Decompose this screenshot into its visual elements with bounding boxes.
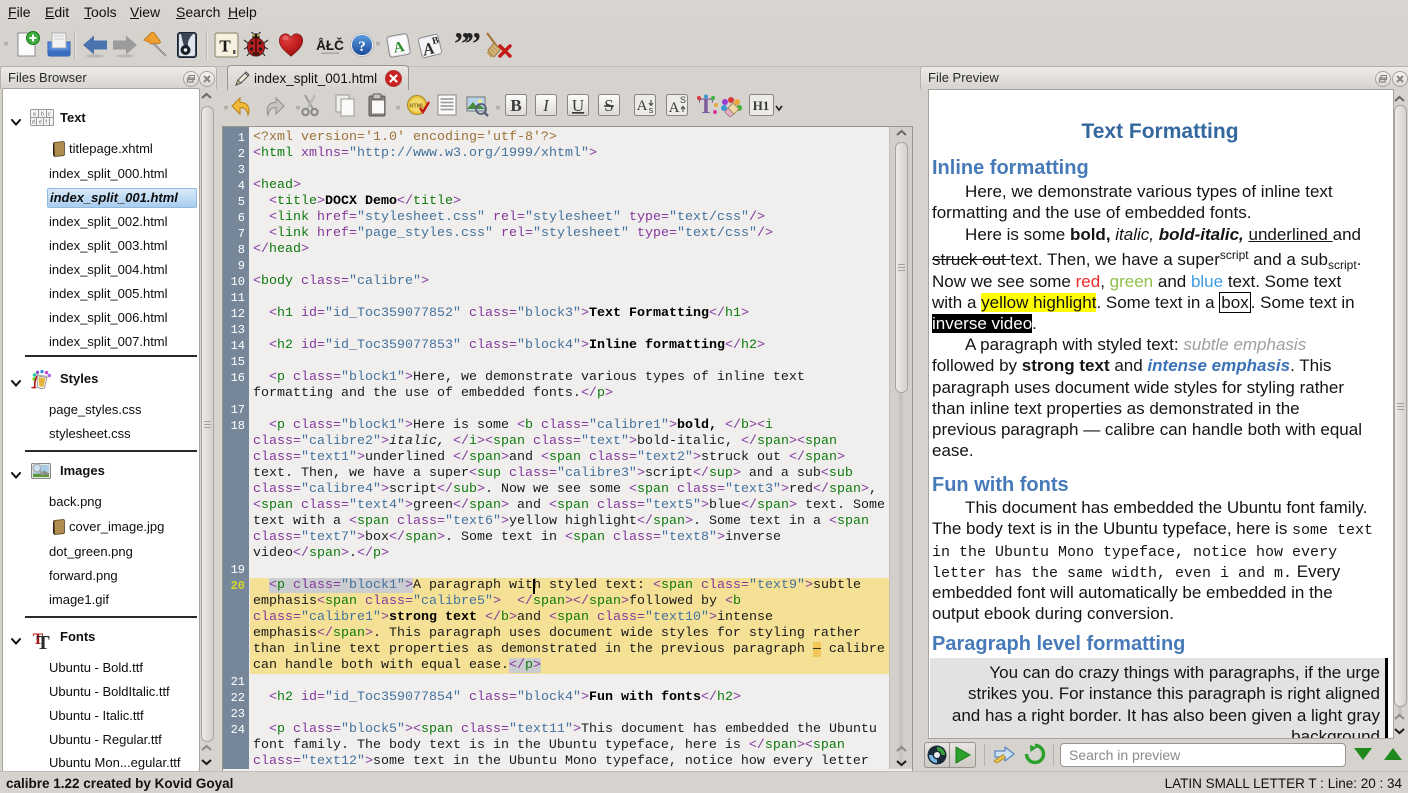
svg-text:T: T <box>219 37 231 56</box>
svg-text:S: S <box>604 96 613 115</box>
svg-text:e: e <box>39 120 42 126</box>
svg-text:A: A <box>637 98 648 114</box>
svg-text:A: A <box>669 100 680 116</box>
svg-text:””: ”” <box>454 30 480 60</box>
svg-text:d: d <box>32 120 35 126</box>
svg-text:ÅŁČ: ÅŁČ <box>316 38 344 53</box>
svg-text:s: s <box>649 105 654 115</box>
svg-text:b: b <box>41 112 44 118</box>
svg-text:B: B <box>510 96 521 115</box>
svg-text:?: ? <box>358 39 366 55</box>
svg-text:S: S <box>680 95 686 105</box>
svg-text:H1: H1 <box>753 98 770 113</box>
svg-text:U: U <box>572 96 584 115</box>
svg-text:a: a <box>33 112 36 118</box>
svg-text:T: T <box>36 632 50 652</box>
svg-text:HTML: HTML <box>409 104 425 110</box>
